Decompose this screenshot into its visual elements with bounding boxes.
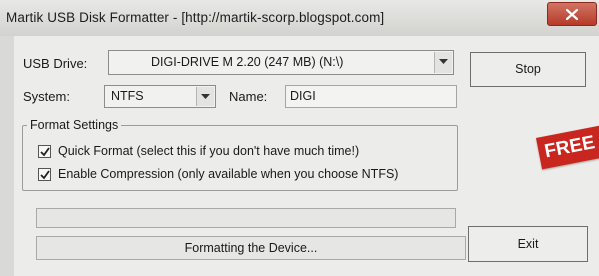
name-label: Name:: [229, 89, 268, 104]
close-icon: [565, 8, 579, 21]
status-text: Formatting the Device...: [184, 241, 318, 255]
checkmark-icon: [40, 147, 50, 157]
title-bar: Martik USB Disk Formatter - [http://mart…: [0, 0, 599, 36]
close-button[interactable]: [547, 2, 597, 26]
checkmark-icon: [40, 170, 50, 180]
quick-format-label[interactable]: Quick Format (select this if you don't h…: [58, 144, 359, 158]
enable-compression-label[interactable]: Enable Compression (only available when …: [58, 167, 398, 181]
dialog-body: USB Drive: DIGI-DRIVE M 2.20 (247 MB) (N…: [14, 36, 599, 276]
usb-drive-label: USB Drive:: [23, 56, 88, 71]
format-settings-title: Format Settings: [27, 118, 122, 132]
stop-button[interactable]: Stop: [470, 52, 586, 87]
format-settings-group: [22, 125, 458, 191]
chevron-down-icon: [201, 94, 210, 99]
enable-compression-checkbox[interactable]: [38, 168, 51, 181]
window-title: Martik USB Disk Formatter - [http://mart…: [6, 10, 385, 25]
status-box: Formatting the Device...: [36, 236, 466, 260]
dropdown-button[interactable]: [196, 87, 214, 106]
chevron-down-icon: [439, 59, 448, 64]
system-value: NTFS: [111, 89, 144, 103]
system-select[interactable]: NTFS: [104, 85, 216, 108]
usb-drive-select[interactable]: DIGI-DRIVE M 2.20 (247 MB) (N:\): [108, 50, 454, 75]
quick-format-checkbox[interactable]: [38, 145, 51, 158]
dropdown-button[interactable]: [434, 52, 452, 73]
exit-button[interactable]: Exit: [468, 226, 588, 262]
name-input[interactable]: DIGI: [285, 85, 457, 108]
progress-bar: [36, 208, 456, 228]
usb-drive-value: DIGI-DRIVE M 2.20 (247 MB) (N:\): [151, 55, 344, 69]
system-label: System:: [23, 89, 70, 104]
free-banner-text: FREE: [542, 132, 597, 163]
name-value: DIGI: [290, 89, 316, 103]
